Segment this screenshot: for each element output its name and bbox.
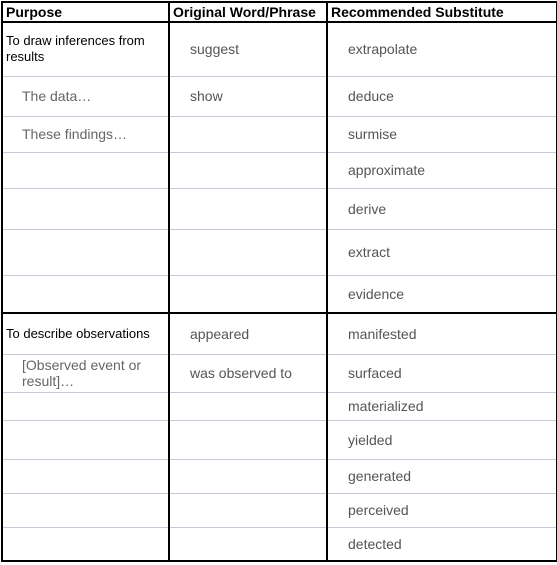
table-row: yielded	[1, 419, 557, 460]
original-cell	[168, 274, 328, 314]
table-row: To draw inferences from results suggest …	[1, 21, 557, 77]
purpose-cell	[1, 492, 170, 528]
substitute-cell: deduce	[326, 75, 557, 117]
purpose-cell	[1, 458, 170, 494]
substitute-cell: surfaced	[326, 353, 557, 393]
table-row: derive	[1, 187, 557, 230]
purpose-cell: These findings…	[1, 115, 170, 153]
table-row: materialized	[1, 391, 557, 421]
table-row: approximate	[1, 151, 557, 189]
purpose-cell	[1, 187, 170, 230]
original-cell: appeared	[168, 312, 328, 355]
substitute-cell: derive	[326, 187, 557, 230]
original-cell	[168, 228, 328, 276]
purpose-cell	[1, 228, 170, 276]
purpose-cell	[1, 274, 170, 314]
purpose-cell: The data…	[1, 75, 170, 117]
header-substitute: Recommended Substitute	[326, 1, 557, 23]
original-cell	[168, 458, 328, 494]
table-row: These findings… surmise	[1, 115, 557, 153]
substitute-cell: surmise	[326, 115, 557, 153]
table-row: [Observed event or result]… was observed…	[1, 353, 557, 393]
header-purpose: Purpose	[1, 1, 170, 23]
original-cell	[168, 151, 328, 189]
substitute-cell: extract	[326, 228, 557, 276]
original-cell: was observed to	[168, 353, 328, 393]
original-cell	[168, 526, 328, 562]
original-cell: show	[168, 75, 328, 117]
header-row: Purpose Original Word/Phrase Recommended…	[1, 1, 557, 23]
purpose-cell	[1, 391, 170, 421]
table-row: generated	[1, 458, 557, 494]
substitute-cell: perceived	[326, 492, 557, 528]
purpose-cell	[1, 419, 170, 460]
purpose-cell	[1, 526, 170, 562]
original-cell	[168, 419, 328, 460]
original-cell	[168, 115, 328, 153]
table-row: The data… show deduce	[1, 75, 557, 117]
table-row: perceived	[1, 492, 557, 528]
substitute-cell: manifested	[326, 312, 557, 355]
substitute-cell: evidence	[326, 274, 557, 314]
substitute-cell: materialized	[326, 391, 557, 421]
purpose-cell: [Observed event or result]…	[1, 353, 170, 393]
substitute-cell: extrapolate	[326, 21, 557, 77]
purpose-cell: To describe observations	[1, 312, 170, 355]
original-cell	[168, 391, 328, 421]
table-row: evidence	[1, 274, 557, 314]
purpose-cell: To draw inferences from results	[1, 21, 170, 77]
table-row: extract	[1, 228, 557, 276]
substitute-cell: generated	[326, 458, 557, 494]
original-cell: suggest	[168, 21, 328, 77]
table-row: detected	[1, 526, 557, 562]
original-cell	[168, 187, 328, 230]
header-original: Original Word/Phrase	[168, 1, 328, 23]
purpose-cell	[1, 151, 170, 189]
table-row: To describe observations appeared manife…	[1, 312, 557, 355]
substitute-cell: detected	[326, 526, 557, 562]
substitute-cell: approximate	[326, 151, 557, 189]
original-cell	[168, 492, 328, 528]
word-substitution-table: Purpose Original Word/Phrase Recommended…	[1, 1, 557, 562]
substitute-cell: yielded	[326, 419, 557, 460]
